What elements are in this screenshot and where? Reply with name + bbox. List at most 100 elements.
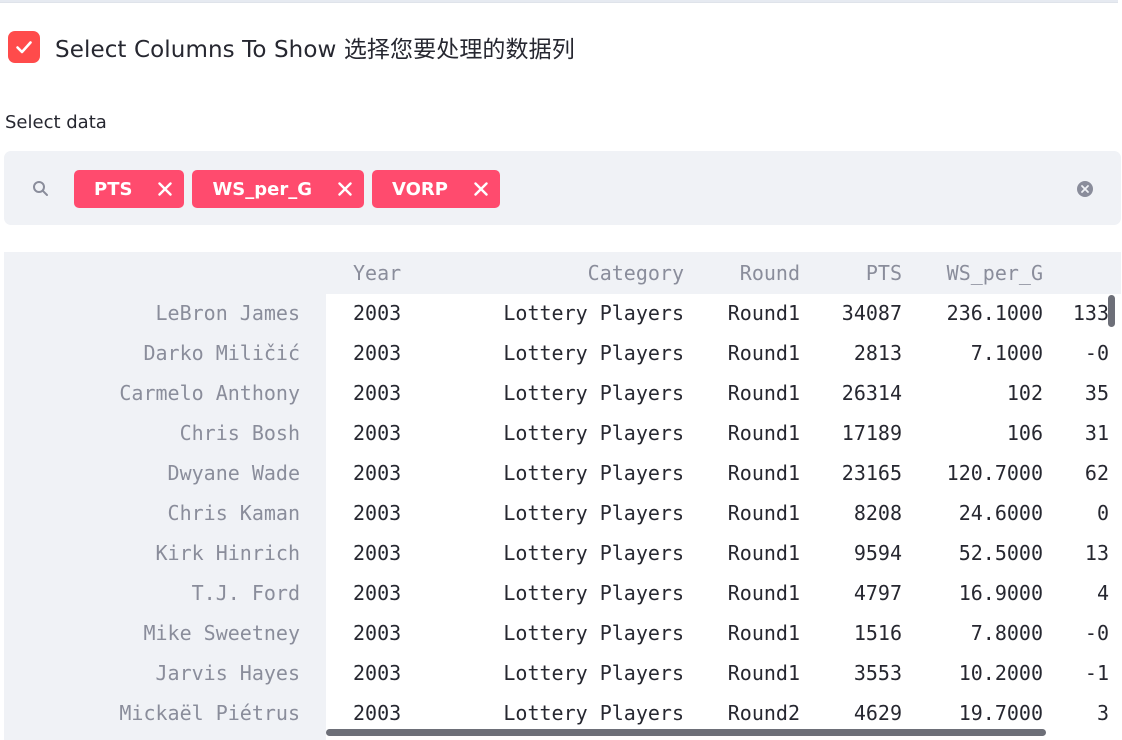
selected-tags: PTS WS_per_G VORP <box>74 170 508 208</box>
row-index-name: T.J. Ford <box>191 581 300 605</box>
clear-all-icon[interactable] <box>1076 180 1094 198</box>
vertical-scrollbar[interactable] <box>1108 295 1115 327</box>
row-index-name: Kirk Hinrich <box>155 541 301 565</box>
cell-pts: 2813 <box>853 341 902 365</box>
table-row: Dwyane Wade 2003 Lottery Players Round1 2316… <box>4 453 1121 493</box>
cell-category: Lottery Players <box>503 341 684 365</box>
cell-pts: 9594 <box>853 541 902 565</box>
cell-round: Round1 <box>727 301 800 325</box>
tag-vorp: VORP <box>372 170 500 208</box>
cell-year: 2003 <box>353 581 402 605</box>
cell-vorp: 35 <box>1084 381 1109 405</box>
column-header-pts[interactable]: PTS <box>804 253 902 293</box>
cell-category: Lottery Players <box>503 461 684 485</box>
cell-round: Round1 <box>727 621 800 645</box>
column-header-round[interactable]: Round <box>704 253 800 293</box>
cell-vorp: 31 <box>1084 421 1109 445</box>
select-data-label: Select data <box>5 112 107 133</box>
cell-vorp: 0 <box>1096 501 1109 525</box>
cell-round: Round1 <box>727 381 800 405</box>
cell-pts: 8208 <box>853 501 902 525</box>
cell-round: Round1 <box>727 461 800 485</box>
cell-ws-per-g: 10.2000 <box>958 661 1043 685</box>
tag-ws-per-g: WS_per_G <box>192 170 364 208</box>
cell-ws-per-g: 106 <box>1006 421 1043 445</box>
cell-round: Round1 <box>727 341 800 365</box>
search-icon <box>33 181 48 196</box>
table-row: LeBron James 2003 Lottery Players Round1 340… <box>4 293 1121 333</box>
cell-vorp: 4 <box>1096 581 1109 605</box>
cell-category: Lottery Players <box>503 501 684 525</box>
cell-category: Lottery Players <box>503 581 684 605</box>
cell-category: Lottery Players <box>503 421 684 445</box>
cell-pts: 34087 <box>841 301 902 325</box>
cell-vorp: 62 <box>1084 461 1109 485</box>
cell-year: 2003 <box>353 661 402 685</box>
cell-pts: 4797 <box>853 581 902 605</box>
cell-category: Lottery Players <box>503 661 684 685</box>
cell-year: 2003 <box>353 541 402 565</box>
table-row: Mickaël Piétrus 2003 Lottery Players Round2… <box>4 693 1121 733</box>
row-index-name: Carmelo Anthony <box>119 381 300 405</box>
row-index-name: Chris Kaman <box>167 501 300 525</box>
cell-year: 2003 <box>353 341 402 365</box>
show-columns-label: Select Columns To Show 选择您要处理的数据列 <box>55 37 575 63</box>
cell-ws-per-g: 16.9000 <box>958 581 1043 605</box>
cell-round: Round1 <box>727 421 800 445</box>
cell-vorp: -0 <box>1084 621 1109 645</box>
row-index-name: Darko Miličić <box>143 341 300 365</box>
cell-pts: 17189 <box>841 421 902 445</box>
show-columns-checkbox-row[interactable]: Select Columns To Show 选择您要处理的数据列 <box>8 29 575 65</box>
row-index-name: Chris Bosh <box>179 421 300 445</box>
remove-tag-icon[interactable] <box>156 180 174 198</box>
column-header-category[interactable]: Category <box>464 253 684 293</box>
show-columns-checkbox[interactable] <box>8 31 40 63</box>
cell-ws-per-g: 120.7000 <box>946 461 1043 485</box>
cell-vorp: -1 <box>1084 661 1109 685</box>
select-data-multiselect[interactable]: PTS WS_per_G VORP <box>4 151 1121 225</box>
cell-pts: 4629 <box>853 701 902 725</box>
remove-tag-icon[interactable] <box>472 180 490 198</box>
cell-year: 2003 <box>353 381 402 405</box>
column-header-year[interactable]: Year <box>353 253 453 293</box>
cell-vorp: 3 <box>1096 701 1109 725</box>
cell-category: Lottery Players <box>503 701 684 725</box>
row-index-name: Dwyane Wade <box>167 461 300 485</box>
table-row: Mike Sweetney 2003 Lottery Players Round1 15… <box>4 613 1121 653</box>
cell-category: Lottery Players <box>503 621 684 645</box>
cell-year: 2003 <box>353 621 402 645</box>
cell-pts: 23165 <box>841 461 902 485</box>
table-header-row: Year Category Round PTS WS_per_G <box>4 253 1121 293</box>
cell-round: Round1 <box>727 501 800 525</box>
cell-round: Round1 <box>727 541 800 565</box>
cell-ws-per-g: 24.6000 <box>958 501 1043 525</box>
table-row: Jarvis Hayes 2003 Lottery Players Round1 355… <box>4 653 1121 693</box>
cell-ws-per-g: 52.5000 <box>958 541 1043 565</box>
table-row: T.J. Ford 2003 Lottery Players Round1 4797 16… <box>4 573 1121 613</box>
cell-ws-per-g: 7.8000 <box>970 621 1043 645</box>
checkmark-icon <box>16 41 32 54</box>
cell-vorp: 13 <box>1084 541 1109 565</box>
dataframe[interactable]: Year Category Round PTS WS_per_G LeBron … <box>4 252 1121 740</box>
row-index-name: LeBron James <box>155 301 301 325</box>
cell-ws-per-g: 7.1000 <box>970 341 1043 365</box>
cell-round: Round1 <box>727 661 800 685</box>
cell-round: Round1 <box>727 581 800 605</box>
cell-pts: 1516 <box>853 621 902 645</box>
row-index-name: Jarvis Hayes <box>155 661 301 685</box>
cell-ws-per-g: 102 <box>1006 381 1043 405</box>
remove-tag-icon[interactable] <box>336 180 354 198</box>
top-divider <box>0 0 1118 3</box>
cell-ws-per-g: 19.7000 <box>958 701 1043 725</box>
cell-pts: 3553 <box>853 661 902 685</box>
cell-round: Round2 <box>727 701 800 725</box>
column-header-ws-per-g[interactable]: WS_per_G <box>909 253 1043 293</box>
cell-category: Lottery Players <box>503 381 684 405</box>
horizontal-scrollbar[interactable] <box>326 729 1046 736</box>
tag-label: WS_per_G <box>212 178 312 200</box>
cell-vorp: 133 <box>1072 301 1109 325</box>
table-row: Chris Bosh 2003 Lottery Players Round1 17189… <box>4 413 1121 453</box>
cell-vorp: -0 <box>1084 341 1109 365</box>
cell-category: Lottery Players <box>503 541 684 565</box>
table-row: Kirk Hinrich 2003 Lottery Players Round1 959… <box>4 533 1121 573</box>
